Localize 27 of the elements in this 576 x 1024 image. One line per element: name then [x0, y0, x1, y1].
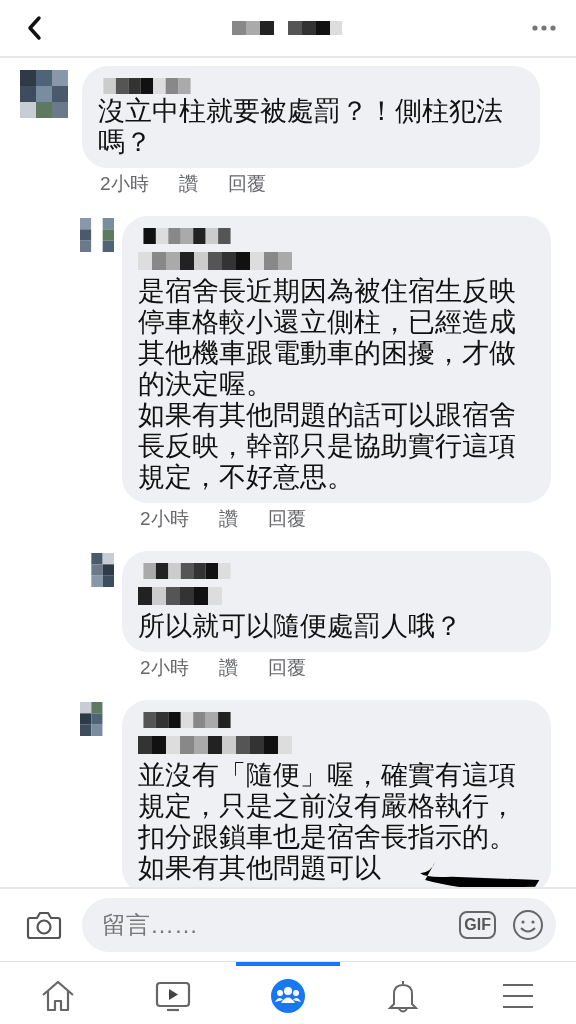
back-icon[interactable] — [26, 15, 42, 41]
like-link[interactable]: 讚 — [218, 656, 238, 680]
more-icon[interactable] — [532, 25, 556, 31]
emoji-icon[interactable] — [512, 909, 544, 941]
comment-text: 並沒有「隨便」喔，確實有這項規定，只是之前沒有嚴格執行，扣分跟鎖車也是宿舍長指示的。 — [138, 760, 516, 852]
pixelated-mention[interactable] — [138, 252, 292, 270]
comment-text: 所以就可以隨便處罰人哦？ — [138, 611, 462, 641]
pixelated-avatar[interactable] — [20, 70, 68, 118]
pixelated-mention[interactable] — [138, 736, 292, 754]
comment-time: 2小時 — [140, 507, 189, 531]
gif-button[interactable]: GIF — [459, 911, 496, 939]
comment-text: 如果有其他問題的話可以跟宿舍長反映，幹部只是協助實行這項規定，不好意思。 — [138, 400, 516, 492]
comment-text: 沒立中柱就要被處罰？！側柱犯法嗎？ — [98, 96, 503, 157]
like-link[interactable]: 讚 — [218, 507, 238, 531]
comment-text: 是宿舍長近期因為被住宿生反映停車格較小還立側柱，已經造成其他機車跟電動車的困擾，才做的決定喔。 — [138, 276, 516, 399]
comment-time: 2小時 — [140, 656, 189, 680]
comment-text: 如果有其他問題可以 — [138, 853, 381, 883]
reply-link[interactable]: 回覆 — [227, 172, 266, 196]
groups-icon[interactable] — [270, 978, 306, 1014]
like-link[interactable]: 讚 — [178, 172, 198, 196]
pixelated-mention[interactable] — [138, 587, 222, 605]
reply-link[interactable]: 回覆 — [267, 507, 306, 531]
camera-icon[interactable] — [26, 910, 62, 940]
pixelated-avatar[interactable] — [80, 218, 114, 252]
comment-time: 2小時 — [100, 172, 149, 196]
comment-input[interactable]: 留言…… GIF — [82, 898, 556, 952]
reply-link[interactable]: 回覆 — [267, 656, 306, 680]
